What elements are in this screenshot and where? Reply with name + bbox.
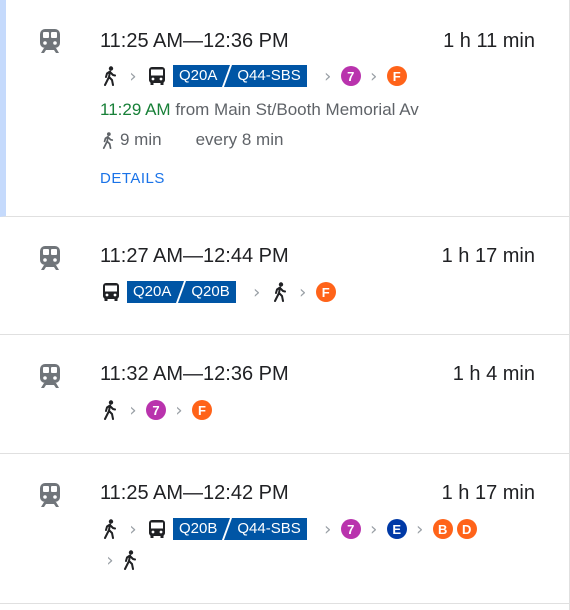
route-steps-continued: › <box>100 548 140 572</box>
walk-icon <box>270 281 290 303</box>
train-icon <box>38 28 62 59</box>
route-time: 11:27 AM—12:44 PM <box>100 245 289 267</box>
route-time: 11:32 AM—12:36 PM <box>100 363 289 385</box>
route-meta: 9 min every 8 min <box>100 129 283 151</box>
chevron-right-icon: › <box>253 281 261 303</box>
details-link[interactable]: DETAILS <box>100 170 165 187</box>
route-steps: › Q20B Q44-SBS › 7 › E › B D <box>100 517 477 541</box>
bus-badge: Q20B <box>191 283 230 300</box>
train-icon <box>38 482 62 513</box>
route-time: 11:25 AM—12:36 PM <box>100 30 289 52</box>
train-icon <box>38 363 62 394</box>
route-duration: 1 h 11 min <box>443 30 535 52</box>
walk-icon <box>100 65 120 87</box>
chevron-right-icon: › <box>129 518 137 540</box>
walk-icon <box>100 399 120 421</box>
chevron-right-icon: › <box>129 65 137 87</box>
chevron-right-icon: › <box>299 281 307 303</box>
bus-group: Q20B Q44-SBS <box>146 518 307 540</box>
subway-line-7-icon: 7 <box>340 519 361 539</box>
bus-badge: Q44-SBS <box>237 67 301 84</box>
badge-separator <box>223 65 231 87</box>
chevron-right-icon: › <box>370 65 378 87</box>
subway-line-7-icon: 7 <box>340 66 361 86</box>
route-steps: Q20A Q20B › › F <box>100 280 336 304</box>
chevron-right-icon: › <box>324 518 332 540</box>
bus-badges: Q20A Q44-SBS <box>173 65 307 87</box>
walk-icon <box>120 549 140 571</box>
train-icon <box>38 245 62 276</box>
route-steps: › Q20A Q44-SBS › 7 › F <box>100 64 407 88</box>
bus-icon <box>100 281 122 303</box>
route-duration: 1 h 4 min <box>452 363 535 385</box>
route-steps: › 7 › F <box>100 398 212 422</box>
route-duration: 1 h 17 min <box>441 482 535 504</box>
frequency: every 8 min <box>195 130 284 149</box>
chevron-right-icon: › <box>416 518 424 540</box>
departure-info: 11:29 AM from Main St/Booth Memorial Av <box>100 100 419 120</box>
walk-icon <box>100 129 116 151</box>
chevron-right-icon: › <box>129 399 137 421</box>
chevron-right-icon: › <box>324 65 332 87</box>
route-time: 11:25 AM—12:42 PM <box>100 482 289 504</box>
bus-badge: Q20A <box>179 67 218 84</box>
chevron-right-icon: › <box>175 399 183 421</box>
departure-time: 11:29 AM <box>100 100 171 119</box>
bus-badges: Q20A Q20B <box>127 281 236 303</box>
subway-line-f-icon: F <box>386 66 407 86</box>
subway-line-f-icon: F <box>315 282 336 302</box>
badge-separator <box>223 518 231 540</box>
subway-line-d-icon: D <box>456 519 477 539</box>
route-duration: 1 h 17 min <box>441 245 535 267</box>
route-option-1[interactable]: 11:25 AM—12:36 PM 1 h 11 min › Q20A Q44-… <box>0 0 569 217</box>
subway-line-f-icon: F <box>192 400 212 420</box>
badge-separator <box>177 281 185 303</box>
route-option-4[interactable]: 11:25 AM—12:42 PM 1 h 17 min › Q20B Q44-… <box>0 454 569 604</box>
subway-line-b-icon: B <box>432 519 453 539</box>
departure-place: from Main St/Booth Memorial Av <box>175 100 419 119</box>
walk-icon <box>100 518 120 540</box>
bus-badge: Q20A <box>133 283 172 300</box>
walk-time: 9 min <box>120 130 162 149</box>
route-option-3[interactable]: 11:32 AM—12:36 PM 1 h 4 min › 7 › F <box>0 335 569 454</box>
bus-badges: Q20B Q44-SBS <box>173 518 307 540</box>
bus-icon <box>146 65 168 87</box>
subway-line-7-icon: 7 <box>146 400 166 420</box>
bus-group: Q20A Q20B <box>100 281 236 303</box>
bus-icon <box>146 518 168 540</box>
bus-badge: Q20B <box>179 520 218 537</box>
route-option-2[interactable]: 11:27 AM—12:44 PM 1 h 17 min Q20A Q20B ›… <box>0 217 569 335</box>
bus-group: Q20A Q44-SBS <box>146 65 307 87</box>
route-list: 11:25 AM—12:36 PM 1 h 11 min › Q20A Q44-… <box>0 0 570 610</box>
chevron-right-icon: › <box>106 549 114 571</box>
bus-badge: Q44-SBS <box>237 520 301 537</box>
subway-line-e-icon: E <box>386 519 407 539</box>
chevron-right-icon: › <box>370 518 378 540</box>
